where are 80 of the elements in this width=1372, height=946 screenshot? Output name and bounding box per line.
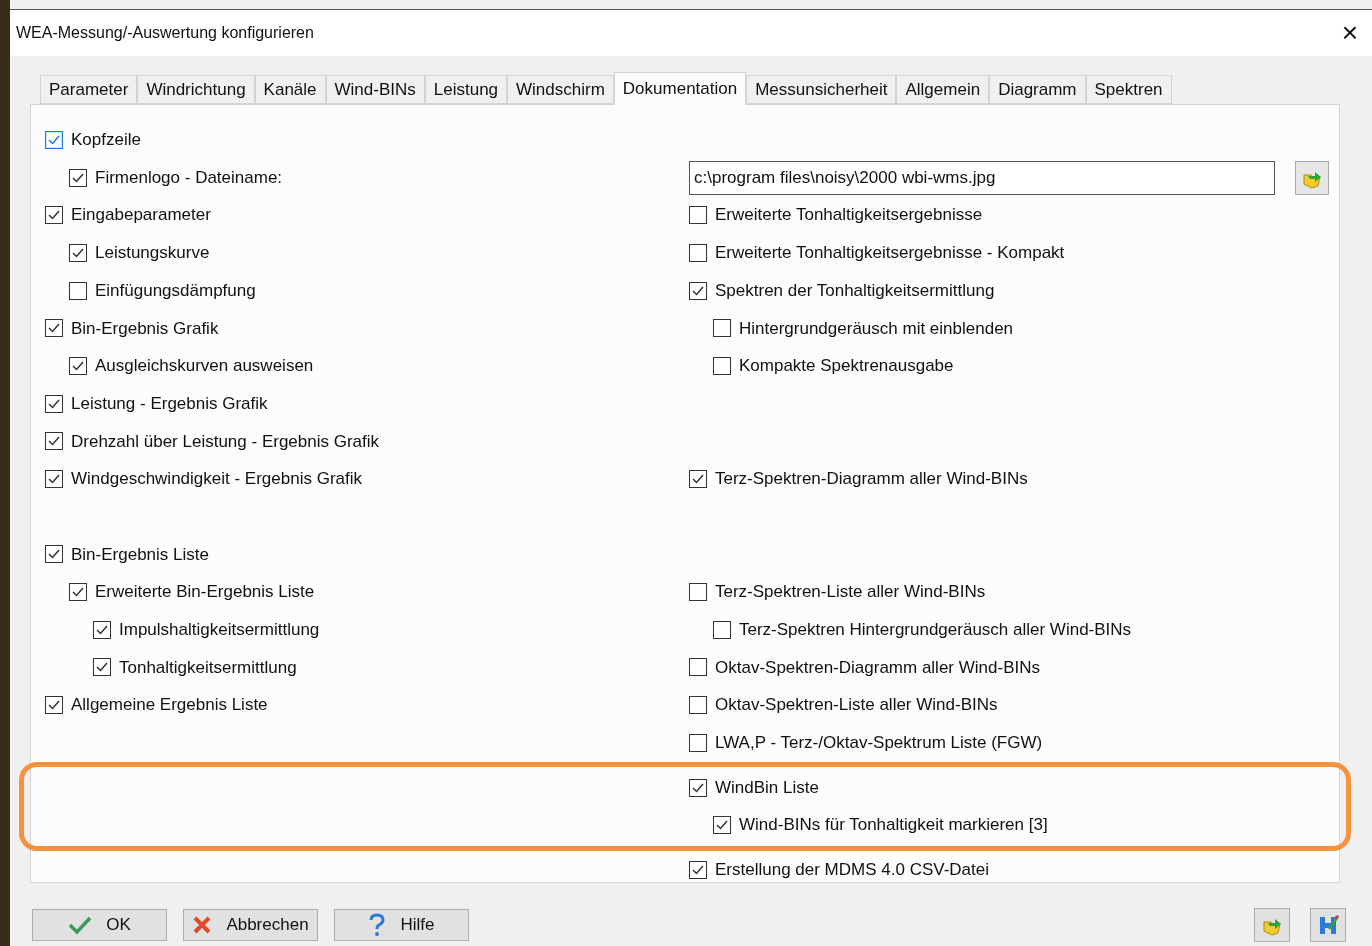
tab[interactable]: Windrichtung	[137, 75, 255, 104]
checkbox[interactable]	[689, 470, 707, 489]
checkbox[interactable]	[69, 356, 87, 375]
checkbox[interactable]	[45, 432, 63, 451]
checkbox[interactable]	[45, 206, 63, 225]
checkbox-label: Impulshaltigkeitsermittlung	[119, 619, 320, 642]
checkbox[interactable]	[689, 778, 707, 797]
checkbox[interactable]	[689, 243, 707, 262]
checkbox-label: Hintergrundgeräusch mit einblenden	[739, 317, 1014, 340]
tab[interactable]: Windschirm	[507, 75, 614, 104]
checkbox[interactable]	[93, 658, 111, 677]
checkbox[interactable]	[45, 470, 63, 489]
checkbox[interactable]	[69, 168, 87, 187]
tab[interactable]: Kanäle	[254, 75, 326, 104]
checkbox[interactable]	[713, 620, 731, 639]
checkbox[interactable]	[45, 545, 63, 564]
dialog-button[interactable]: OK	[32, 909, 167, 941]
window-title: WEA-Messung/-Auswertung konfigurieren	[16, 23, 314, 43]
browse-button[interactable]	[1295, 160, 1329, 195]
checkbox[interactable]	[45, 696, 63, 715]
tab[interactable]: Spektren	[1085, 75, 1172, 104]
checkbox[interactable]	[689, 281, 707, 300]
checkbox-label: Eingabeparameter	[71, 204, 211, 227]
checkbox-label: Erweiterte Tonhaltigkeitsergebnisse - Kompakt	[715, 242, 1065, 265]
tab[interactable]: Diagramm	[989, 75, 1086, 104]
checkbox[interactable]	[69, 243, 87, 262]
checkbox-label: Firmenlogo - Dateiname:	[95, 166, 283, 189]
checkbox[interactable]	[93, 620, 111, 639]
dialog-button[interactable]: Hilfe	[334, 909, 469, 941]
checkbox-label: Leistungskurve	[95, 242, 210, 265]
checkbox-label: Spektren der Tonhaltigkeitsermittlung	[715, 279, 995, 302]
checkbox[interactable]	[689, 583, 707, 602]
checkbox[interactable]	[689, 860, 707, 879]
close-icon	[192, 915, 213, 935]
checkbox-label: Allgemeine Ergebnis Liste	[71, 694, 268, 717]
checkbox[interactable]	[689, 696, 707, 715]
checkbox-label: LWA,P - Terz-/Oktav-Spektrum Liste (FGW)	[715, 732, 1043, 755]
checkbox-label: Terz-Spektren-Diagramm aller Wind-BINs	[715, 468, 1028, 491]
checkbox[interactable]	[45, 130, 63, 149]
tab[interactable]: Messunsicherheit	[746, 75, 897, 104]
dialog-button[interactable]: Abbrechen	[183, 909, 318, 941]
checkbox[interactable]	[689, 658, 707, 677]
save-button[interactable]	[1310, 908, 1346, 942]
checkbox-label: Wind-BINs für Tonhaltigkeit markieren [3]	[739, 814, 1048, 837]
tab[interactable]: Allgemein	[896, 75, 990, 104]
tab[interactable]: Dokumentation	[613, 72, 747, 105]
checkbox-label: Erweiterte Tonhaltigkeitsergebnisse	[715, 204, 983, 227]
checkbox-label: Erstellung der MDMS 4.0 CSV-Datei	[715, 859, 989, 882]
tab[interactable]: Wind-BINs	[325, 75, 425, 104]
checkbox[interactable]	[69, 583, 87, 602]
checkbox-label: Terz-Spektren-Liste aller Wind-BINs	[715, 581, 986, 604]
checkbox-label: Oktav-Spektren-Diagramm aller Wind-BINs	[715, 656, 1040, 679]
checkbox[interactable]	[45, 394, 63, 413]
checkbox[interactable]	[689, 733, 707, 752]
checkbox-label: Kopfzeile	[71, 129, 141, 152]
tab[interactable]: Leistung	[424, 75, 508, 104]
checkbox-label: Kompakte Spektrenausgabe	[739, 355, 954, 378]
checkbox[interactable]	[45, 319, 63, 338]
checkbox-label: WindBin Liste	[715, 776, 819, 799]
checkbox-label: Ausgleichskurven ausweisen	[95, 355, 314, 378]
checkbox-label: Erweiterte Bin-Ergebnis Liste	[95, 581, 315, 604]
checkbox-label: Einfügungsdämpfung	[95, 279, 256, 302]
checkbox-label: Tonhaltigkeitsermittlung	[119, 656, 297, 679]
checkbox-label: Bin-Ergebnis Liste	[71, 543, 209, 566]
checkmark-icon	[68, 915, 93, 935]
checkbox[interactable]	[713, 816, 731, 835]
checkbox-label: Drehzahl über Leistung - Ergebnis Grafik	[71, 430, 380, 453]
checkbox[interactable]	[713, 319, 731, 338]
checkbox-label: Bin-Ergebnis Grafik	[71, 317, 219, 340]
file-path-field[interactable]: c:\program files\noisy\2000 wbi-wms.jpg	[689, 160, 1275, 195]
checkbox[interactable]	[69, 281, 87, 300]
close-button[interactable]: ×	[1341, 19, 1358, 47]
checkbox[interactable]	[713, 356, 731, 375]
checkbox-label: Terz-Spektren Hintergrundgeräusch aller Wind-BINs	[739, 619, 1132, 642]
checkbox-label: Leistung - Ergebnis Grafik	[71, 392, 268, 415]
checkbox-label: Windgeschwindigkeit - Ergebnis Grafik	[71, 468, 362, 491]
help-icon	[368, 913, 387, 937]
tab[interactable]: Parameter	[40, 75, 138, 104]
checkbox-label: Oktav-Spektren-Liste aller Wind-BINs	[715, 694, 998, 717]
checkbox[interactable]	[689, 206, 707, 225]
